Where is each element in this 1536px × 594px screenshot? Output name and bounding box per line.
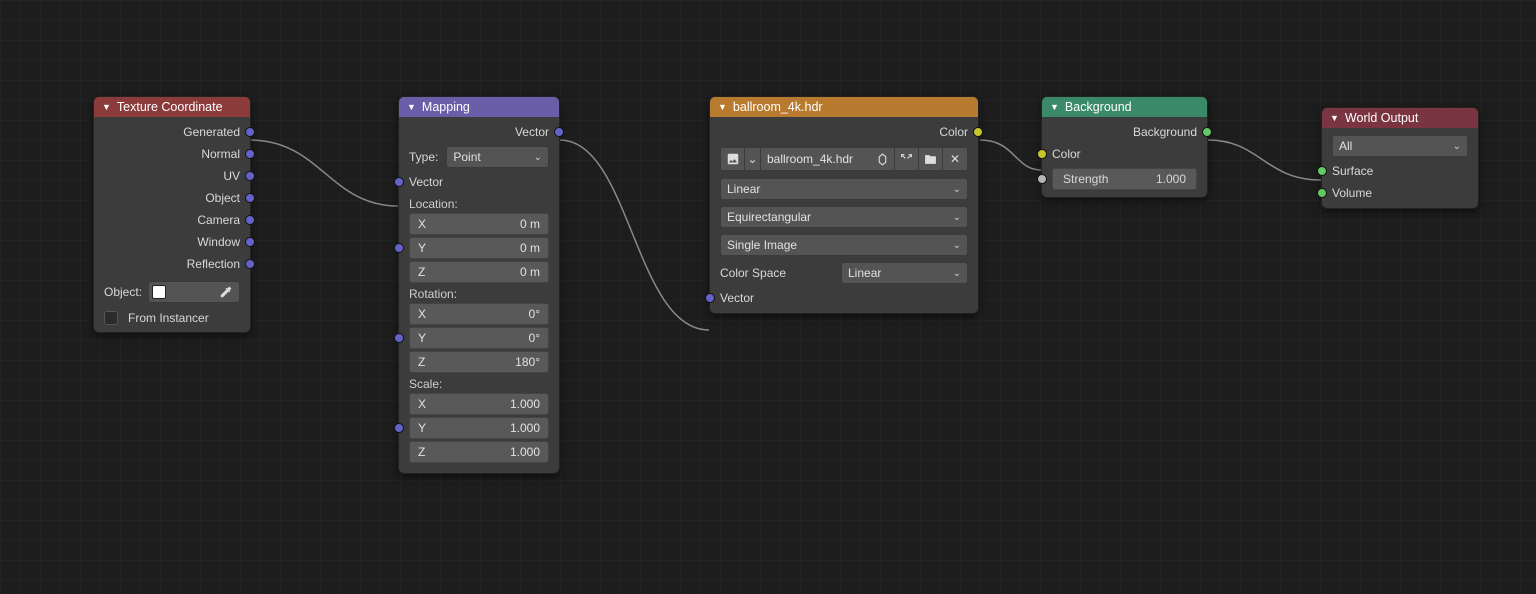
socket-background-out[interactable] — [1202, 127, 1212, 137]
output-uv: UV — [223, 169, 240, 183]
chevron-down-icon: ⌄ — [953, 184, 961, 195]
image-menu-chevron-icon[interactable]: ⌄ — [745, 148, 761, 170]
output-vector: Vector — [515, 125, 549, 139]
node-title: Background — [1065, 100, 1132, 114]
location-x[interactable]: X0 m — [409, 213, 549, 235]
rotation-label: Rotation: — [399, 283, 559, 303]
output-background: Background — [1133, 125, 1197, 139]
socket-rotation[interactable] — [394, 333, 404, 343]
socket-color-out[interactable] — [973, 127, 983, 137]
socket-reflection[interactable] — [245, 259, 255, 269]
node-header[interactable]: ▼ World Output — [1322, 108, 1478, 128]
image-browse-icon[interactable] — [721, 148, 745, 170]
node-title: Mapping — [422, 100, 470, 114]
collapse-icon[interactable]: ▼ — [718, 102, 727, 112]
rotation-x[interactable]: X0° — [409, 303, 549, 325]
chevron-down-icon: ⌄ — [1453, 141, 1461, 152]
scale-x[interactable]: X1.000 — [409, 393, 549, 415]
output-generated: Generated — [183, 125, 240, 139]
node-mapping[interactable]: ▼ Mapping Vector Type: Point⌄ Vector Loc… — [398, 96, 560, 474]
socket-object[interactable] — [245, 193, 255, 203]
type-label: Type: — [409, 150, 438, 164]
colorspace-dropdown[interactable]: Linear⌄ — [841, 262, 968, 284]
node-header[interactable]: ▼ ballroom_4k.hdr — [710, 97, 978, 117]
socket-volume-in[interactable] — [1317, 188, 1327, 198]
socket-color-in[interactable] — [1037, 149, 1047, 159]
socket-normal[interactable] — [245, 149, 255, 159]
strength-label: Strength — [1063, 172, 1108, 186]
input-vector: Vector — [720, 291, 754, 305]
input-volume: Volume — [1332, 186, 1372, 200]
node-header[interactable]: ▼ Mapping — [399, 97, 559, 117]
socket-strength-in[interactable] — [1037, 174, 1047, 184]
input-color: Color — [1052, 147, 1081, 161]
node-texture-coordinate[interactable]: ▼ Texture Coordinate Generated Normal UV… — [93, 96, 251, 333]
socket-camera[interactable] — [245, 215, 255, 225]
node-header[interactable]: ▼ Texture Coordinate — [94, 97, 250, 117]
node-title: Texture Coordinate — [117, 100, 223, 114]
socket-window[interactable] — [245, 237, 255, 247]
new-image-icon[interactable] — [895, 148, 919, 170]
open-image-icon[interactable] — [919, 148, 943, 170]
unlink-image-icon[interactable]: ✕ — [943, 148, 967, 170]
chevron-down-icon: ⌄ — [534, 152, 542, 163]
object-swatch-icon — [152, 285, 166, 299]
output-color: Color — [939, 125, 968, 139]
collapse-icon[interactable]: ▼ — [1330, 113, 1339, 123]
interpolation-dropdown[interactable]: Linear⌄ — [720, 178, 968, 200]
node-background[interactable]: ▼ Background Background Color Strength 1… — [1041, 96, 1208, 198]
collapse-icon[interactable]: ▼ — [407, 102, 416, 112]
from-instancer-label: From Instancer — [128, 311, 209, 325]
rotation-y[interactable]: Y0° — [409, 327, 549, 349]
socket-generated[interactable] — [245, 127, 255, 137]
socket-scale[interactable] — [394, 423, 404, 433]
node-title: World Output — [1345, 111, 1418, 125]
node-world-output[interactable]: ▼ World Output All⌄ Surface Volume — [1321, 107, 1479, 209]
scale-z[interactable]: Z1.000 — [409, 441, 549, 463]
socket-vector-in[interactable] — [394, 177, 404, 187]
eyedropper-icon[interactable] — [216, 282, 236, 302]
input-surface: Surface — [1332, 164, 1373, 178]
colorspace-label: Color Space — [720, 266, 833, 280]
collapse-icon[interactable]: ▼ — [1050, 102, 1059, 112]
chevron-down-icon: ⌄ — [953, 212, 961, 223]
socket-uv[interactable] — [245, 171, 255, 181]
scale-y[interactable]: Y1.000 — [409, 417, 549, 439]
rotation-z[interactable]: Z180° — [409, 351, 549, 373]
projection-dropdown[interactable]: Equirectangular⌄ — [720, 206, 968, 228]
collapse-icon[interactable]: ▼ — [102, 102, 111, 112]
scale-label: Scale: — [399, 373, 559, 393]
from-instancer-checkbox[interactable] — [104, 311, 118, 325]
output-object: Object — [205, 191, 240, 205]
target-dropdown[interactable]: All⌄ — [1332, 135, 1468, 157]
node-header[interactable]: ▼ Background — [1042, 97, 1207, 117]
object-label: Object: — [104, 285, 142, 299]
node-title: ballroom_4k.hdr — [733, 100, 823, 114]
object-picker[interactable] — [148, 281, 240, 303]
type-dropdown[interactable]: Point⌄ — [446, 146, 549, 168]
output-normal: Normal — [201, 147, 240, 161]
chevron-down-icon: ⌄ — [953, 240, 961, 251]
strength-value: 1.000 — [1156, 172, 1186, 186]
input-vector: Vector — [409, 175, 443, 189]
source-dropdown[interactable]: Single Image⌄ — [720, 234, 968, 256]
location-y[interactable]: Y0 m — [409, 237, 549, 259]
fake-user-icon[interactable] — [871, 148, 895, 170]
image-filename-input[interactable] — [761, 148, 871, 170]
chevron-down-icon: ⌄ — [953, 268, 961, 279]
socket-vector-out[interactable] — [554, 127, 564, 137]
location-z[interactable]: Z0 m — [409, 261, 549, 283]
output-window: Window — [197, 235, 240, 249]
socket-vector-in[interactable] — [705, 293, 715, 303]
socket-surface-in[interactable] — [1317, 166, 1327, 176]
strength-field[interactable]: Strength 1.000 — [1052, 168, 1197, 190]
output-camera: Camera — [197, 213, 240, 227]
output-reflection: Reflection — [187, 257, 240, 271]
location-label: Location: — [399, 193, 559, 213]
socket-location[interactable] — [394, 243, 404, 253]
node-environment-texture[interactable]: ▼ ballroom_4k.hdr Color ⌄ ✕ — [709, 96, 979, 314]
